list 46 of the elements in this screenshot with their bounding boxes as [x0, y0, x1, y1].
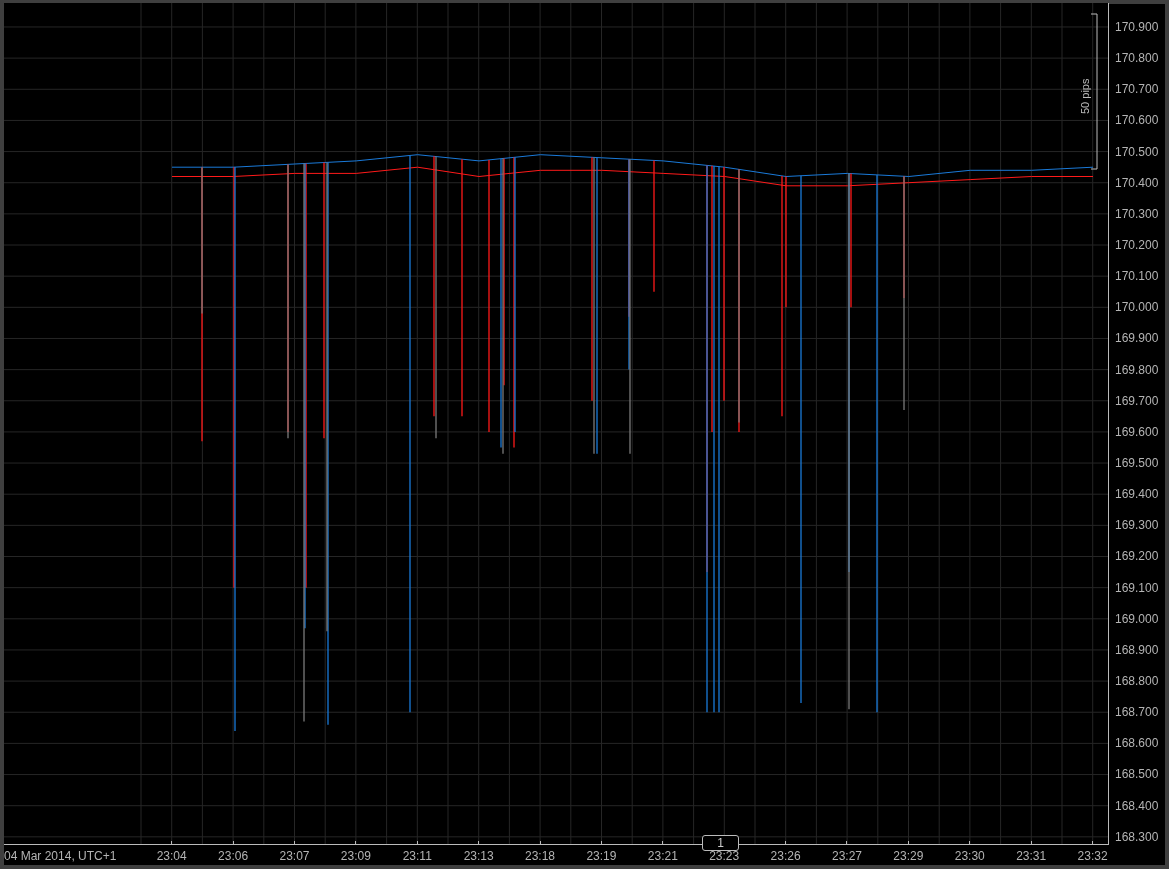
price-axis-label: 168.700 — [1114, 704, 1160, 722]
price-axis-label: 168.800 — [1114, 672, 1160, 690]
time-axis-label: 23:31 — [1016, 848, 1047, 863]
time-axis-label: 23:32 — [1077, 848, 1108, 863]
time-axis-label: 23:29 — [893, 848, 924, 863]
time-axis-label: 23:04 — [156, 848, 187, 863]
time-axis-label: 23:07 — [279, 848, 310, 863]
time-axis-label: 23:18 — [525, 848, 556, 863]
price-axis-label: 170.300 — [1114, 205, 1160, 223]
price-axis-label: 169.800 — [1114, 361, 1160, 379]
time-axis-label: 23:27 — [831, 848, 862, 863]
price-axis-label: 170.100 — [1114, 268, 1160, 286]
time-axis-label: 23:06 — [218, 848, 249, 863]
price-axis-label: 168.900 — [1114, 641, 1160, 659]
price-axis-label: 169.300 — [1114, 517, 1160, 535]
price-axis-label: 170.000 — [1114, 299, 1160, 317]
price-axis-label: 169.600 — [1114, 423, 1160, 441]
time-axis-label: 23:23 — [709, 848, 740, 863]
price-axis-label: 168.500 — [1114, 766, 1160, 784]
time-axis-label: 23:11 — [402, 848, 432, 863]
marker-tab[interactable]: 1 — [702, 835, 739, 851]
time-axis-label: 23:26 — [770, 848, 801, 863]
price-axis-label: 170.900 — [1114, 19, 1160, 36]
time-axis-label: 23:09 — [340, 848, 371, 863]
price-axis-label: 170.800 — [1114, 50, 1160, 68]
price-axis-label: 170.700 — [1114, 81, 1160, 99]
price-axis-label: 169.700 — [1114, 392, 1160, 410]
price-axis-label: 170.500 — [1114, 143, 1160, 161]
price-axis-label: 170.600 — [1114, 112, 1160, 130]
price-axis-label: 170.400 — [1114, 174, 1160, 192]
price-axis-label: 169.000 — [1114, 610, 1160, 628]
time-axis-label: 23:13 — [463, 848, 494, 863]
pips-ruler-label: 50 pips — [1079, 78, 1091, 114]
price-axis-label: 168.400 — [1114, 797, 1160, 815]
price-axis-label: 169.100 — [1114, 579, 1160, 597]
price-axis-label: 169.900 — [1114, 330, 1160, 348]
time-axis-label: 23:21 — [647, 848, 678, 863]
time-axis-label: 23:19 — [586, 848, 617, 863]
price-axis-label: 168.300 — [1114, 828, 1160, 846]
time-axis-label: 23:30 — [954, 848, 985, 863]
price-axis-label: 169.500 — [1114, 454, 1160, 472]
price-axis-label: 169.200 — [1114, 548, 1160, 566]
price-axis-label: 169.400 — [1114, 486, 1160, 504]
price-axis-label: 170.200 — [1114, 237, 1160, 254]
date-axis-label: 04 Mar 2014, UTC+1 — [4, 848, 118, 863]
price-axis-label: 168.600 — [1114, 735, 1160, 753]
